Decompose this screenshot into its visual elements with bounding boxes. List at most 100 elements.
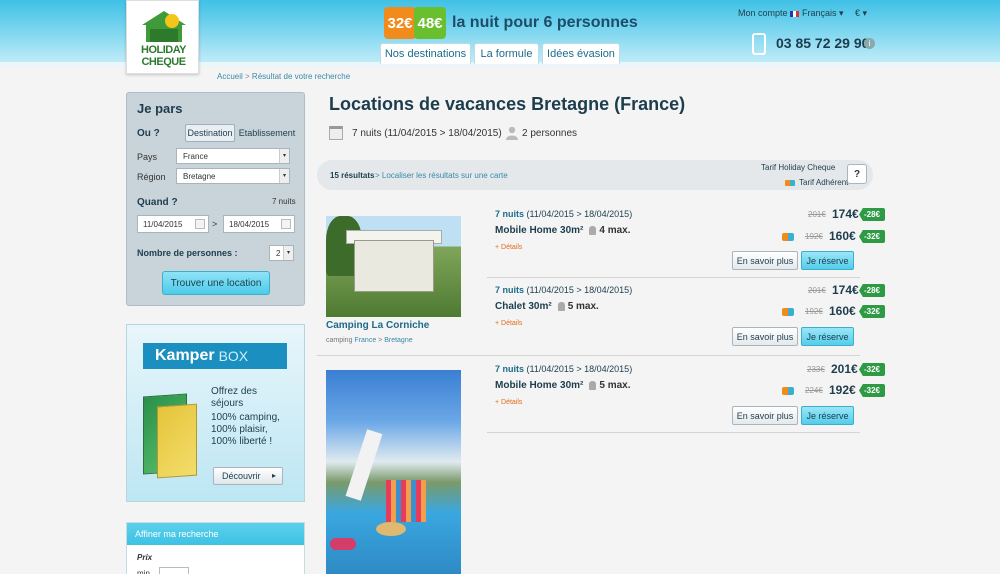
calendar-icon[interactable] (195, 219, 205, 229)
breadcrumb-sep: > (242, 72, 252, 81)
date-separator: > (212, 219, 218, 229)
ad-line: 100% plaisir, (211, 424, 268, 435)
date-to-value: 18/04/2015 (229, 219, 270, 229)
details-link[interactable]: + Détails (495, 320, 522, 327)
price-label: Prix (137, 553, 153, 562)
discover-button[interactable]: Découvrir ▸ (213, 467, 283, 485)
country-select[interactable]: France ▾ (176, 148, 290, 164)
calendar-icon[interactable] (281, 219, 291, 229)
sandal-shape (330, 538, 356, 550)
member-card-icon (785, 179, 795, 186)
date-from-value: 11/04/2015 (143, 219, 183, 229)
persons-select[interactable]: 2 ▾ (269, 245, 294, 261)
location-country-link[interactable]: France (354, 337, 376, 344)
offer-type: Mobile Home 30m² 5 max. (495, 380, 631, 391)
holiday-cheque-price: 201€ (831, 362, 858, 376)
learn-more-button[interactable]: En savoir plus (732, 327, 798, 346)
find-rental-button[interactable]: Trouver une location (162, 271, 270, 295)
tarif-adherent-legend: Tarif Adhérent (785, 178, 848, 187)
date-from-input[interactable]: 11/04/2015 (137, 215, 209, 233)
info-icon[interactable]: i (864, 38, 875, 49)
destination-toggle[interactable]: Destination (185, 124, 235, 142)
chalet-shape (354, 240, 434, 292)
when-label: Quand ? (137, 197, 178, 208)
offer-dates: 7 nuits (11/04/2015 > 18/04/2015) (495, 364, 632, 374)
stay-persons: 2 personnes (522, 128, 578, 139)
camping-name-link[interactable]: Camping La Corniche (326, 320, 429, 331)
location-region-link[interactable]: Bretagne (384, 337, 412, 344)
old-price: 201€ (808, 286, 826, 295)
learn-more-button[interactable]: En savoir plus (732, 251, 798, 270)
refine-title[interactable]: Affiner ma recherche (127, 523, 304, 545)
member-price: 160€ (829, 229, 856, 243)
person-icon (506, 126, 518, 140)
holiday-cheque-logo[interactable]: HOLIDAY CHEQUE (126, 0, 199, 74)
breadcrumb-home[interactable]: Accueil (217, 72, 243, 81)
ad-brand-suffix: BOX (218, 348, 249, 364)
map-link[interactable]: > Localiser les résultats sur une carte (375, 171, 508, 180)
ad-text-benefits: 100% camping, 100% plaisir, 100% liberté ! (211, 412, 280, 448)
results-count: 15 résultats (330, 171, 375, 180)
offer-capacity: 4 max. (599, 225, 631, 236)
camping-location: camping France > Bretagne (326, 337, 413, 344)
camping-photo[interactable] (326, 216, 461, 317)
listing-divider (317, 355, 860, 356)
nights-count: 7 nuits (272, 197, 296, 206)
region-label: Région (137, 172, 166, 182)
region-select[interactable]: Bretagne ▾ (176, 168, 290, 184)
old-member-price: 224€ (805, 386, 823, 395)
persons-value: 2 (276, 248, 281, 258)
person-icon (557, 301, 565, 311)
logo-text-line2: CHEQUE (141, 56, 186, 68)
account-link[interactable]: Mon compte (738, 8, 788, 18)
tab-nos-destinations[interactable]: Nos destinations (380, 43, 471, 64)
language-selector[interactable]: Français ▾ (790, 8, 844, 19)
region-value: Bretagne (183, 171, 216, 181)
tarif-adherent-label: Tarif Adhérent (799, 178, 849, 187)
tab-la-formule[interactable]: La formule (474, 43, 539, 64)
breadcrumb-current[interactable]: Résultat de votre recherche (252, 72, 350, 81)
offer-divider (487, 432, 860, 433)
dropdown-arrow-icon: ▾ (283, 246, 293, 260)
phone-number: 03 85 72 29 90 (776, 35, 870, 51)
phone-icon (752, 33, 766, 55)
offer-dates: 7 nuits (11/04/2015 > 18/04/2015) (495, 285, 632, 295)
kamperbox-ad[interactable]: Kamper BOX Offrez des séjours 100% camping… (126, 324, 305, 502)
details-link[interactable]: + Détails (495, 244, 522, 251)
details-link[interactable]: + Détails (495, 399, 522, 406)
member-price: 160€ (829, 304, 856, 318)
price-badge-48: 48€ (414, 7, 446, 39)
min-price-label: min (137, 569, 150, 574)
min-price-input[interactable] (159, 567, 189, 574)
book-button[interactable]: Je réserve (801, 251, 854, 270)
hat-shape (376, 522, 406, 536)
offer-type: Chalet 30m² 5 max. (495, 301, 599, 312)
search-title: Je pars (137, 101, 183, 116)
offer-capacity: 5 max. (567, 301, 599, 312)
offer-type-label: Chalet 30m² (495, 301, 552, 312)
currency-selector[interactable]: € ▾ (855, 8, 867, 19)
offer-nights: 7 nuits (495, 209, 525, 219)
beach-bag-shape (386, 480, 426, 522)
ad-line: 100% camping, (211, 412, 280, 423)
offer-dates: 7 nuits (11/04/2015 > 18/04/2015) (495, 209, 632, 219)
water-slide-shape (345, 429, 383, 501)
old-member-price: 192€ (805, 232, 823, 241)
holiday-cheque-price: 174€ (832, 283, 859, 297)
old-price: 201€ (808, 210, 826, 219)
camping-photo[interactable] (326, 370, 461, 574)
dropdown-arrow-icon: ▾ (279, 169, 289, 183)
book-button[interactable]: Je réserve (801, 327, 854, 346)
book-button[interactable]: Je réserve (801, 406, 854, 425)
date-to-input[interactable]: 18/04/2015 (223, 215, 295, 233)
member-price: 192€ (829, 383, 856, 397)
tab-idees-evasion[interactable]: Idées évasion (542, 43, 620, 64)
help-button[interactable]: ? (847, 164, 867, 184)
etablissement-toggle[interactable]: Etablissement (239, 124, 296, 142)
price-badge-32: 32€ (384, 7, 416, 39)
member-discount-badge: -32€ (859, 384, 885, 397)
old-member-price: 192€ (805, 307, 823, 316)
persons-label: Nombre de personnes : (137, 248, 238, 258)
dropdown-arrow-icon: ▾ (279, 149, 289, 163)
learn-more-button[interactable]: En savoir plus (732, 406, 798, 425)
